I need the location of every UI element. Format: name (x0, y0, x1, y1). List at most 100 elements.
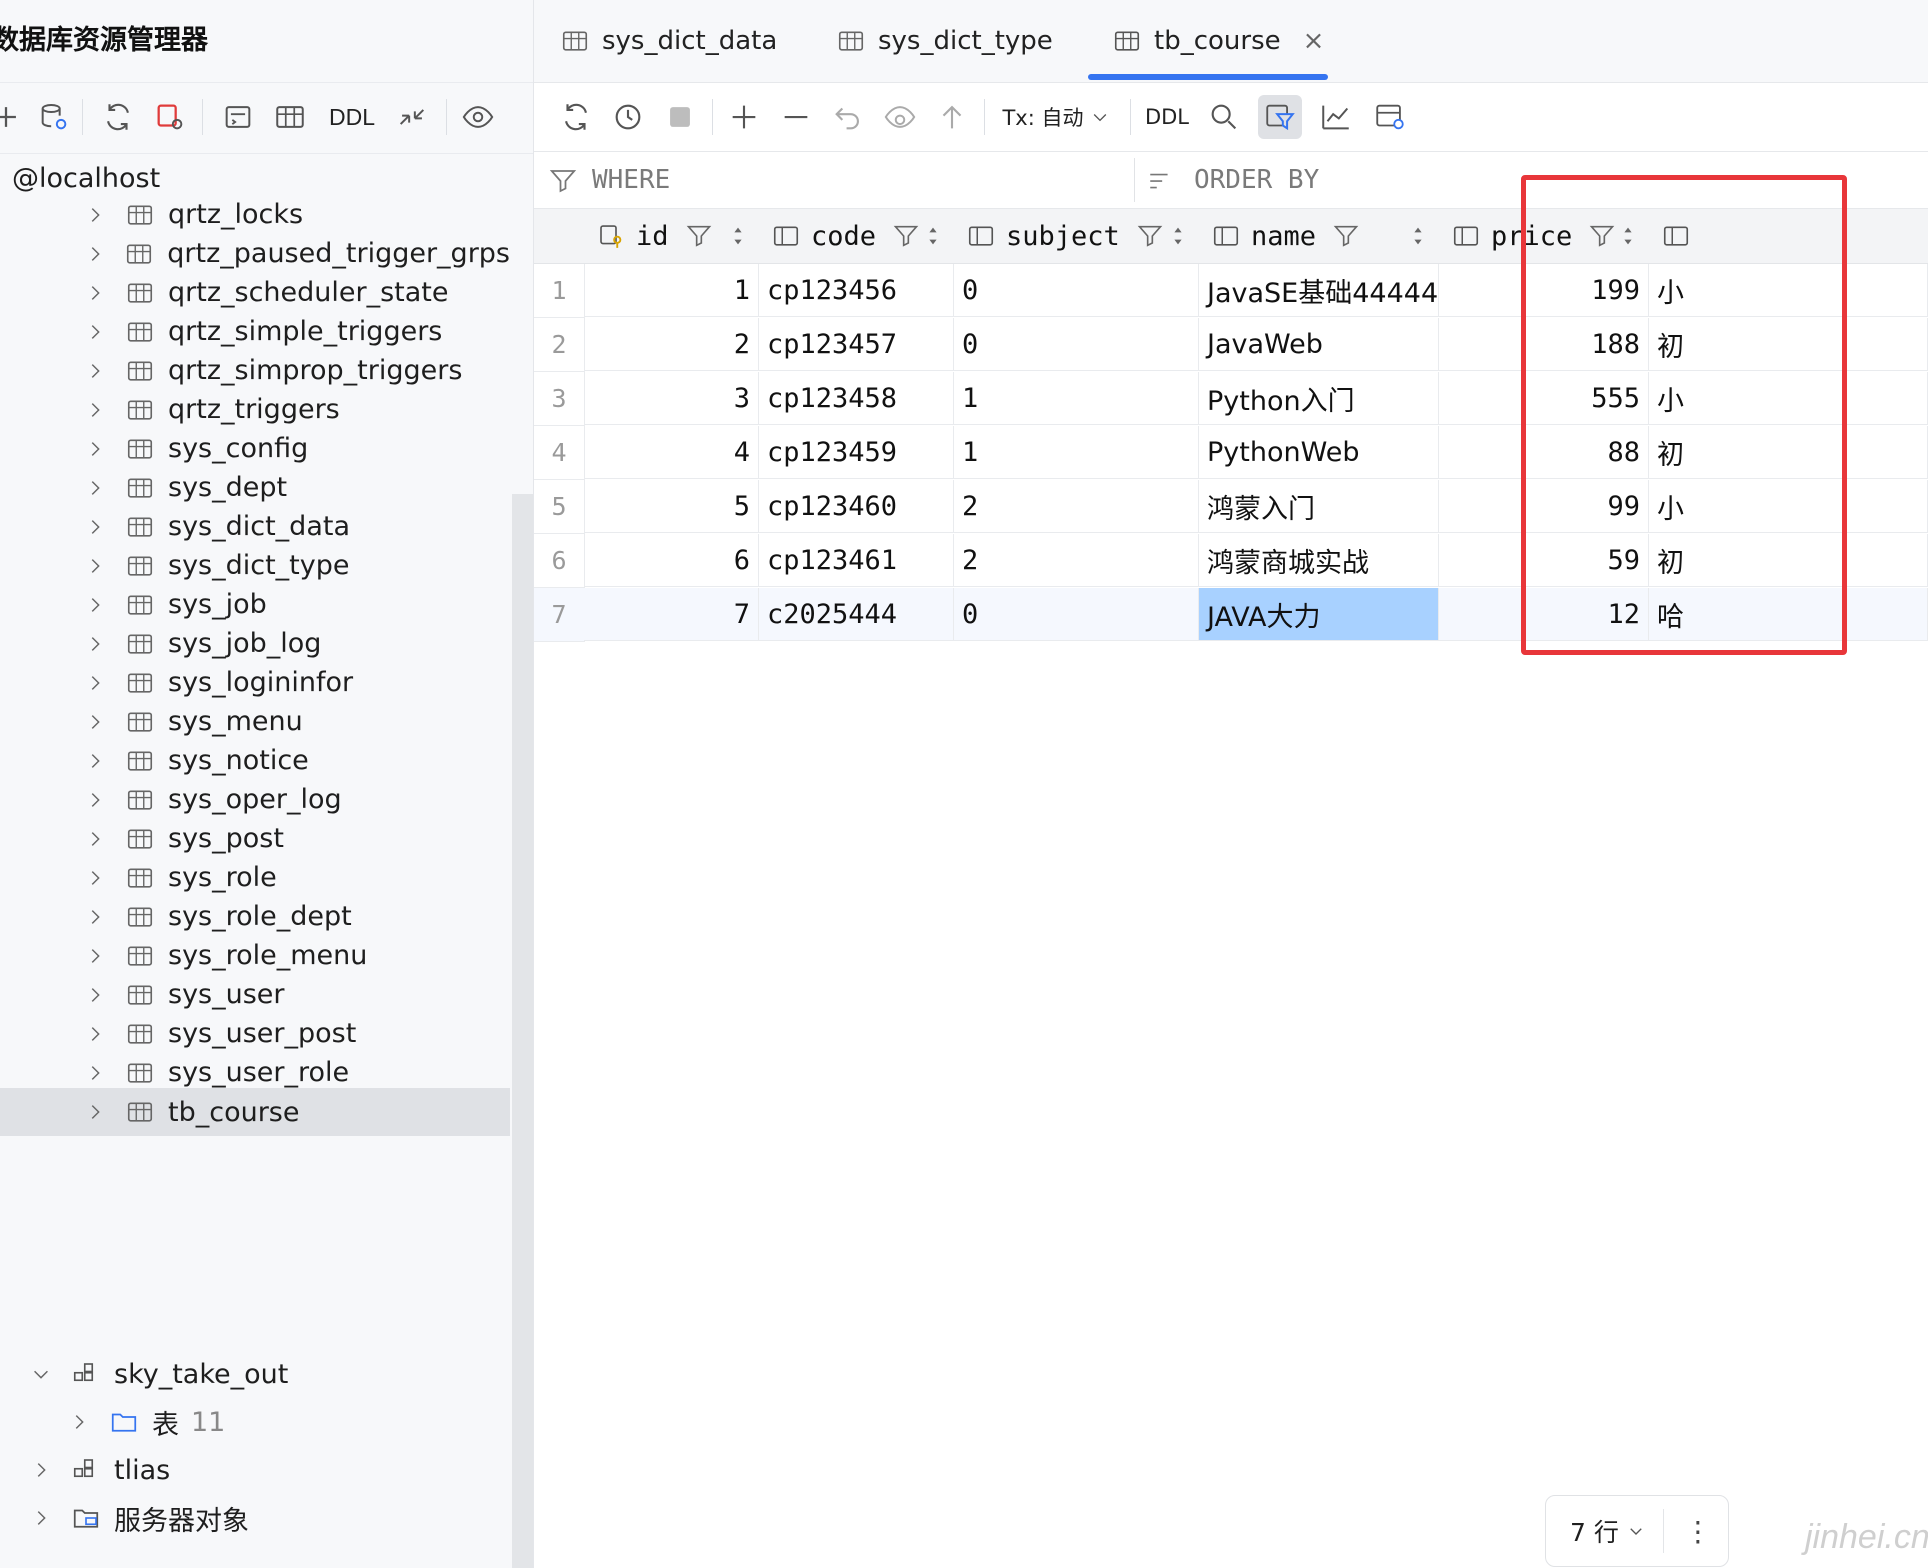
chevron-right-icon[interactable] (82, 241, 108, 267)
cell-code[interactable]: cp123456 (759, 264, 954, 317)
chevron-right-icon[interactable] (82, 709, 108, 735)
table-icon[interactable] (270, 97, 310, 137)
collapse-icon[interactable] (392, 97, 432, 137)
tree-table-sys-job[interactable]: sys_job (0, 585, 510, 624)
cell-id[interactable]: 6 (584, 534, 759, 587)
cell-id[interactable]: 7 (584, 588, 759, 641)
sort-arrows-icon[interactable] (1169, 224, 1187, 248)
where-input[interactable]: WHERE (592, 165, 670, 195)
column-header-subject[interactable]: subject (954, 209, 1200, 264)
sort-arrows-icon[interactable] (729, 224, 747, 248)
tree-table-sys-role[interactable]: sys_role (0, 858, 510, 897)
tab-tb-course[interactable]: tb_course × (1112, 0, 1324, 82)
cell-subject[interactable]: 1 (954, 426, 1199, 479)
row-count-status[interactable]: 7 行 ⋮ (1545, 1495, 1729, 1567)
row-number[interactable]: 7 (534, 588, 585, 642)
tree-table-qrtz-simple-triggers[interactable]: qrtz_simple_triggers (0, 312, 510, 351)
cell-subject[interactable]: 0 (954, 264, 1199, 317)
chevron-right-icon[interactable] (82, 631, 108, 657)
tree-table-sys-config[interactable]: sys_config (0, 429, 510, 468)
row-number[interactable]: 5 (534, 480, 585, 534)
tab-sys-dict-data[interactable]: sys_dict_data (560, 0, 777, 82)
preview-changes-icon[interactable] (878, 95, 922, 139)
tree-table-tb-course[interactable]: tb_course (0, 1088, 510, 1136)
row-number[interactable]: 6 (534, 534, 585, 588)
ddl-button[interactable]: DDL (322, 97, 382, 137)
cell-name[interactable]: PythonWeb (1199, 426, 1439, 479)
cell-id[interactable]: 5 (584, 480, 759, 533)
cell-code[interactable]: cp123459 (759, 426, 954, 479)
tree-table-qrtz-locks[interactable]: qrtz_locks (0, 195, 510, 234)
tree-table-sys-notice[interactable]: sys_notice (0, 741, 510, 780)
cell-code[interactable]: cp123458 (759, 372, 954, 425)
chevron-right-icon[interactable] (82, 436, 108, 462)
cell-id[interactable]: 1 (584, 264, 759, 317)
cell-code[interactable]: cp123461 (759, 534, 954, 587)
cell-subject[interactable]: 0 (954, 588, 1199, 641)
datasource-properties-icon[interactable] (34, 97, 74, 137)
tree-table-sys-user[interactable]: sys_user (0, 975, 510, 1014)
chevron-right-icon[interactable] (82, 865, 108, 891)
row-number[interactable]: 2 (534, 318, 585, 372)
filter-sort-toggle-icon[interactable] (1258, 95, 1302, 139)
chevron-right-icon[interactable] (82, 319, 108, 345)
column-filter-icon[interactable] (1332, 222, 1360, 250)
cell-name[interactable]: 鸿蒙商城实战 (1199, 534, 1439, 587)
cell-subject[interactable]: 2 (954, 534, 1199, 587)
chevron-right-icon[interactable] (82, 1060, 108, 1086)
chevron-right-icon[interactable] (82, 943, 108, 969)
sort-arrows-icon[interactable] (1409, 224, 1427, 248)
sort-arrows-icon[interactable] (924, 224, 942, 248)
refresh-icon[interactable] (98, 97, 138, 137)
close-tab-icon[interactable]: × (1303, 26, 1325, 56)
chevron-right-icon[interactable] (82, 358, 108, 384)
order-by-input[interactable]: ORDER BY (1194, 165, 1319, 195)
tree-table-sys-oper-log[interactable]: sys_oper_log (0, 780, 510, 819)
view-options-icon[interactable] (458, 97, 498, 137)
tab-sys-dict-type[interactable]: sys_dict_type (836, 0, 1053, 82)
delete-row-icon[interactable] (774, 95, 818, 139)
chevron-down-icon[interactable] (28, 1361, 54, 1387)
tree-table-sys-logininfor[interactable]: sys_logininfor (0, 663, 510, 702)
tree-table-qrtz-simprop-triggers[interactable]: qrtz_simprop_triggers (0, 351, 510, 390)
chevron-right-icon[interactable] (82, 397, 108, 423)
tree-table-sys-dept[interactable]: sys_dept (0, 468, 510, 507)
cell-name[interactable]: JavaWeb (1199, 318, 1439, 371)
tree-table-qrtz-triggers[interactable]: qrtz_triggers (0, 390, 510, 429)
tree-table-sys-post[interactable]: sys_post (0, 819, 510, 858)
tree-table-sys-user-role[interactable]: sys_user_role (0, 1053, 510, 1092)
cell-name[interactable]: JavaSE基础444444444 (1199, 264, 1439, 317)
row-number[interactable]: 1 (534, 264, 585, 318)
tree-table-sys-user-post[interactable]: sys_user_post (0, 1014, 510, 1053)
tree-table-sys-role-menu[interactable]: sys_role_menu (0, 936, 510, 975)
cell-subject[interactable]: 1 (954, 372, 1199, 425)
add-icon[interactable] (0, 97, 26, 137)
cell-code[interactable]: cp123460 (759, 480, 954, 533)
chevron-right-icon[interactable] (82, 904, 108, 930)
data-editor-settings-icon[interactable] (1368, 95, 1412, 139)
transaction-mode-dropdown[interactable]: Tx: 自动 (996, 95, 1116, 139)
column-filter-icon[interactable] (892, 222, 920, 250)
chevron-right-icon[interactable] (66, 1409, 92, 1435)
column-header-id[interactable]: id (584, 209, 760, 264)
column-header-code[interactable]: code (759, 209, 955, 264)
chart-icon[interactable] (1314, 95, 1358, 139)
ddl-button[interactable]: DDL (1140, 95, 1194, 139)
cell-name[interactable]: 鸿蒙入门 (1199, 480, 1439, 533)
stop-icon[interactable] (658, 95, 702, 139)
chevron-right-icon[interactable] (28, 1505, 54, 1531)
cell-id[interactable]: 4 (584, 426, 759, 479)
add-row-icon[interactable] (722, 95, 766, 139)
search-icon[interactable] (1202, 95, 1246, 139)
tree-server-objects[interactable]: 服务器对象 (0, 1494, 510, 1542)
tree-table-sys-job-log[interactable]: sys_job_log (0, 624, 510, 663)
chevron-right-icon[interactable] (82, 280, 108, 306)
tree-table-sys-dict-data[interactable]: sys_dict_data (0, 507, 510, 546)
history-icon[interactable] (606, 95, 650, 139)
tree-table-sys-menu[interactable]: sys_menu (0, 702, 510, 741)
chevron-right-icon[interactable] (82, 553, 108, 579)
row-number[interactable]: 3 (534, 372, 585, 426)
column-header-name[interactable]: name (1199, 209, 1440, 264)
cell-id[interactable]: 3 (584, 372, 759, 425)
cell-subject[interactable]: 0 (954, 318, 1199, 371)
